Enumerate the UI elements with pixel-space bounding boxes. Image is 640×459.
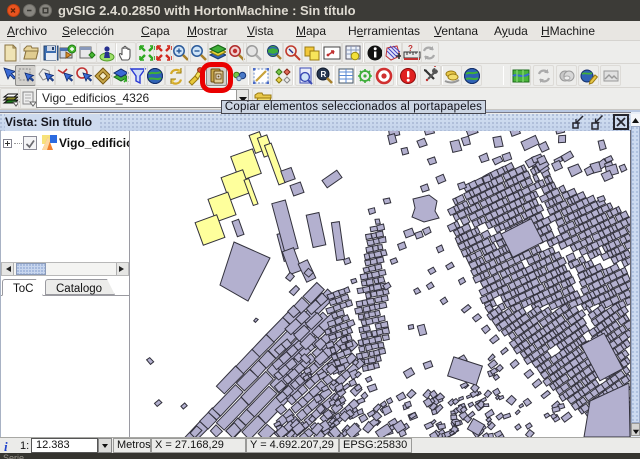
svg-text:?: ? <box>408 44 413 53</box>
svg-text:R: R <box>321 70 327 79</box>
